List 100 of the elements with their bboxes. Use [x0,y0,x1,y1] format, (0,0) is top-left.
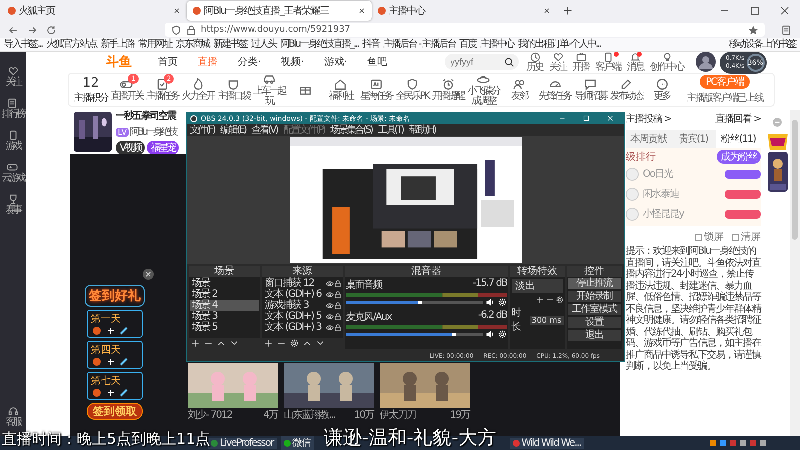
back-icon[interactable] [8,24,19,36]
move-down-icon[interactable] [230,339,239,348]
browser-tab[interactable]: 主播中心 [372,1,557,21]
source-item[interactable]: 文本 (GDI+) 3 [265,322,326,333]
bookmark-link[interactable]: 新建书签 [214,38,248,50]
maximize-icon[interactable] [582,114,591,123]
taskbar-button[interactable]: 微信 [280,436,314,450]
bookmark-link[interactable]: 移动设备上的书签 [728,38,796,50]
header-link[interactable]: 历史 [526,52,544,72]
sidebar-item[interactable]: 排行榜 [2,98,24,120]
menu-item[interactable]: 工具(T) [378,123,404,137]
address-field[interactable]: https://www.douyu.com/5921937 [165,23,765,37]
room-tag[interactable]: 福星宠 [146,141,179,155]
add-icon[interactable] [191,339,200,348]
menu-item[interactable]: 帮助(H) [409,123,436,137]
forward-icon[interactable] [27,24,38,36]
avatar[interactable] [696,52,716,72]
source-item[interactable]: 文本 (GDI+) 5 [265,311,326,322]
claim-button[interactable]: 签到领取 [87,403,143,420]
restore-icon[interactable] [748,4,762,18]
taskbar-button[interactable]: Wild Wild We... [510,438,584,448]
bookmark-link[interactable]: 常用网址 [138,38,172,50]
transition-dropdown[interactable]: 淡出 [512,279,563,293]
close-icon[interactable] [358,7,366,15]
scrollbar[interactable] [790,110,800,436]
menu-item[interactable]: 编辑(E) [220,123,246,137]
close-icon[interactable] [143,269,154,280]
scene-item[interactable]: 场景 5 [190,322,260,333]
plus-icon[interactable] [563,6,573,16]
control-button[interactable]: 设置 [568,317,621,328]
bookmark-link[interactable]: 新手上路 [100,38,134,50]
bookmark-link[interactable]: 过人头 [251,38,276,50]
tool-button[interactable]: 先锋任务 [537,78,573,102]
header-link[interactable]: 开播 [572,52,590,72]
search-field[interactable]: yyfyyf [444,54,518,70]
author-name[interactable]: 伊太刀刀 [380,408,416,422]
gift-panel[interactable]: 签到好礼 第一天 第四天 第七天 签到领取 [80,285,150,422]
speaker-icon[interactable] [486,330,496,339]
control-button[interactable]: 工作室模式 [568,304,621,315]
panel-tab[interactable]: 粉丝(11) [716,130,761,148]
sidebar-item[interactable]: 赛事 [6,194,20,216]
lock-icon[interactable] [334,312,342,320]
close-icon[interactable] [173,7,181,15]
volume-slider[interactable] [346,301,484,304]
close-icon[interactable] [543,7,551,15]
checkbox-option[interactable]: 锁屏 [695,230,724,244]
eye-icon[interactable] [326,312,334,320]
lock-icon[interactable] [334,280,342,288]
header-link[interactable]: 消息 [627,52,644,72]
streamer-name[interactable]: 阿Blu一身绝技 [130,125,176,139]
header-link[interactable]: 创作中心 [650,52,684,72]
move-up-icon[interactable] [217,339,226,348]
lock-icon[interactable] [334,324,342,332]
reload-icon[interactable] [46,24,57,36]
tool-button[interactable]: 星海任务 [358,78,394,102]
tool-button[interactable]: 更多 [644,78,680,102]
scene-item[interactable]: 场景 4 [190,300,260,311]
tool-button[interactable]: 上车一起玩 [252,73,288,107]
room-tag[interactable]: V视频 [116,141,145,155]
scene-item[interactable]: 场景 3 [190,311,260,322]
control-button[interactable]: 停止推流 [568,278,621,289]
sidebar-item[interactable]: 云游戏 [2,162,24,184]
tool-button[interactable]: 友邻 [502,78,538,102]
bookmark-link[interactable]: 主播后台 - 主播后台 [383,38,456,50]
author-name[interactable]: 刘少- 7012 [188,408,232,422]
menu-icon[interactable] [781,24,792,36]
duration-field[interactable]: 300 ms [530,316,564,324]
add-icon[interactable] [264,339,274,348]
panel-tab[interactable]: 本周贡献 [626,130,671,148]
bookmark-link[interactable]: 导入书签... [4,38,42,50]
eye-icon[interactable] [326,280,334,288]
control-button[interactable]: 开始录制 [568,291,621,302]
header-link[interactable]: 客户端 [596,52,621,72]
menu-item[interactable]: 文件(F) [190,123,215,137]
tool-button[interactable]: 导师招募 [572,78,609,102]
speaker-icon[interactable] [486,298,496,307]
volume-slider[interactable] [346,333,484,336]
lock-icon[interactable] [334,302,342,310]
bookmark-link[interactable]: 阿Blu一身绝技直播_... [280,38,359,50]
browser-tab[interactable]: 火狐主页 [2,1,187,21]
bookmark-link[interactable]: 抖音 [362,38,380,50]
bookmark-link[interactable]: 主播中心 [480,38,514,50]
eye-icon[interactable] [326,324,334,332]
eye-icon[interactable] [326,302,334,310]
scene-item[interactable]: 场景 2 [190,289,260,300]
bookmark-link[interactable]: 火狐官方站点 [46,38,97,50]
control-button[interactable]: 退出 [568,330,621,341]
checkbox-option[interactable]: 清屏 [732,230,761,244]
move-up-icon[interactable] [303,339,312,348]
nav-link[interactable]: 分类· [238,55,262,69]
tool-button[interactable]: 主播口袋 [216,78,252,102]
scene-item[interactable]: 场景 [190,278,260,289]
menu-item[interactable]: 查看(V) [252,123,278,137]
tool-button[interactable]: 小飞碟分成调整 [466,73,502,107]
tool-button[interactable]: 福利社 [323,78,359,102]
tool-button[interactable]: 全民乐PK [394,78,430,102]
eye-icon[interactable] [326,290,334,298]
header-link[interactable]: 关注 [550,52,566,72]
move-down-icon[interactable] [316,339,326,348]
author-name[interactable]: 山东蓝翔教... [284,408,336,422]
